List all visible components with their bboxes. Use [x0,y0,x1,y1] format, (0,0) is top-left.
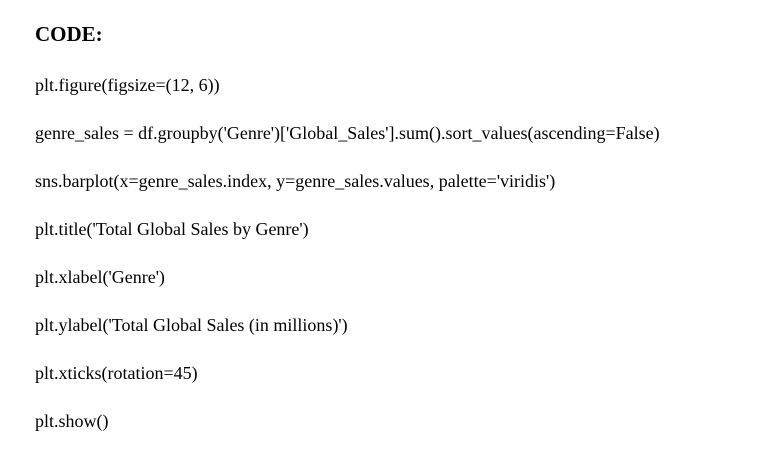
code-line-barplot: sns.barplot(x=genre_sales.index, y=genre… [35,171,556,191]
code-line-xlabel: plt.xlabel('Genre') [35,267,165,287]
code-block: plt.figure(figsize=(12, 6)) genre_sales … [35,72,660,456]
code-line-groupby: genre_sales = df.groupby('Genre')['Globa… [35,123,660,143]
code-line-ylabel: plt.ylabel('Total Global Sales (in milli… [35,315,348,335]
code-line-title: plt.title('Total Global Sales by Genre') [35,219,309,239]
code-line-show: plt.show() [35,411,109,431]
document-page: CODE: plt.figure(figsize=(12, 6)) genre_… [0,0,757,466]
code-line-figure: plt.figure(figsize=(12, 6)) [35,75,220,95]
code-heading: CODE: [35,22,103,46]
code-line-xticks: plt.xticks(rotation=45) [35,363,198,383]
